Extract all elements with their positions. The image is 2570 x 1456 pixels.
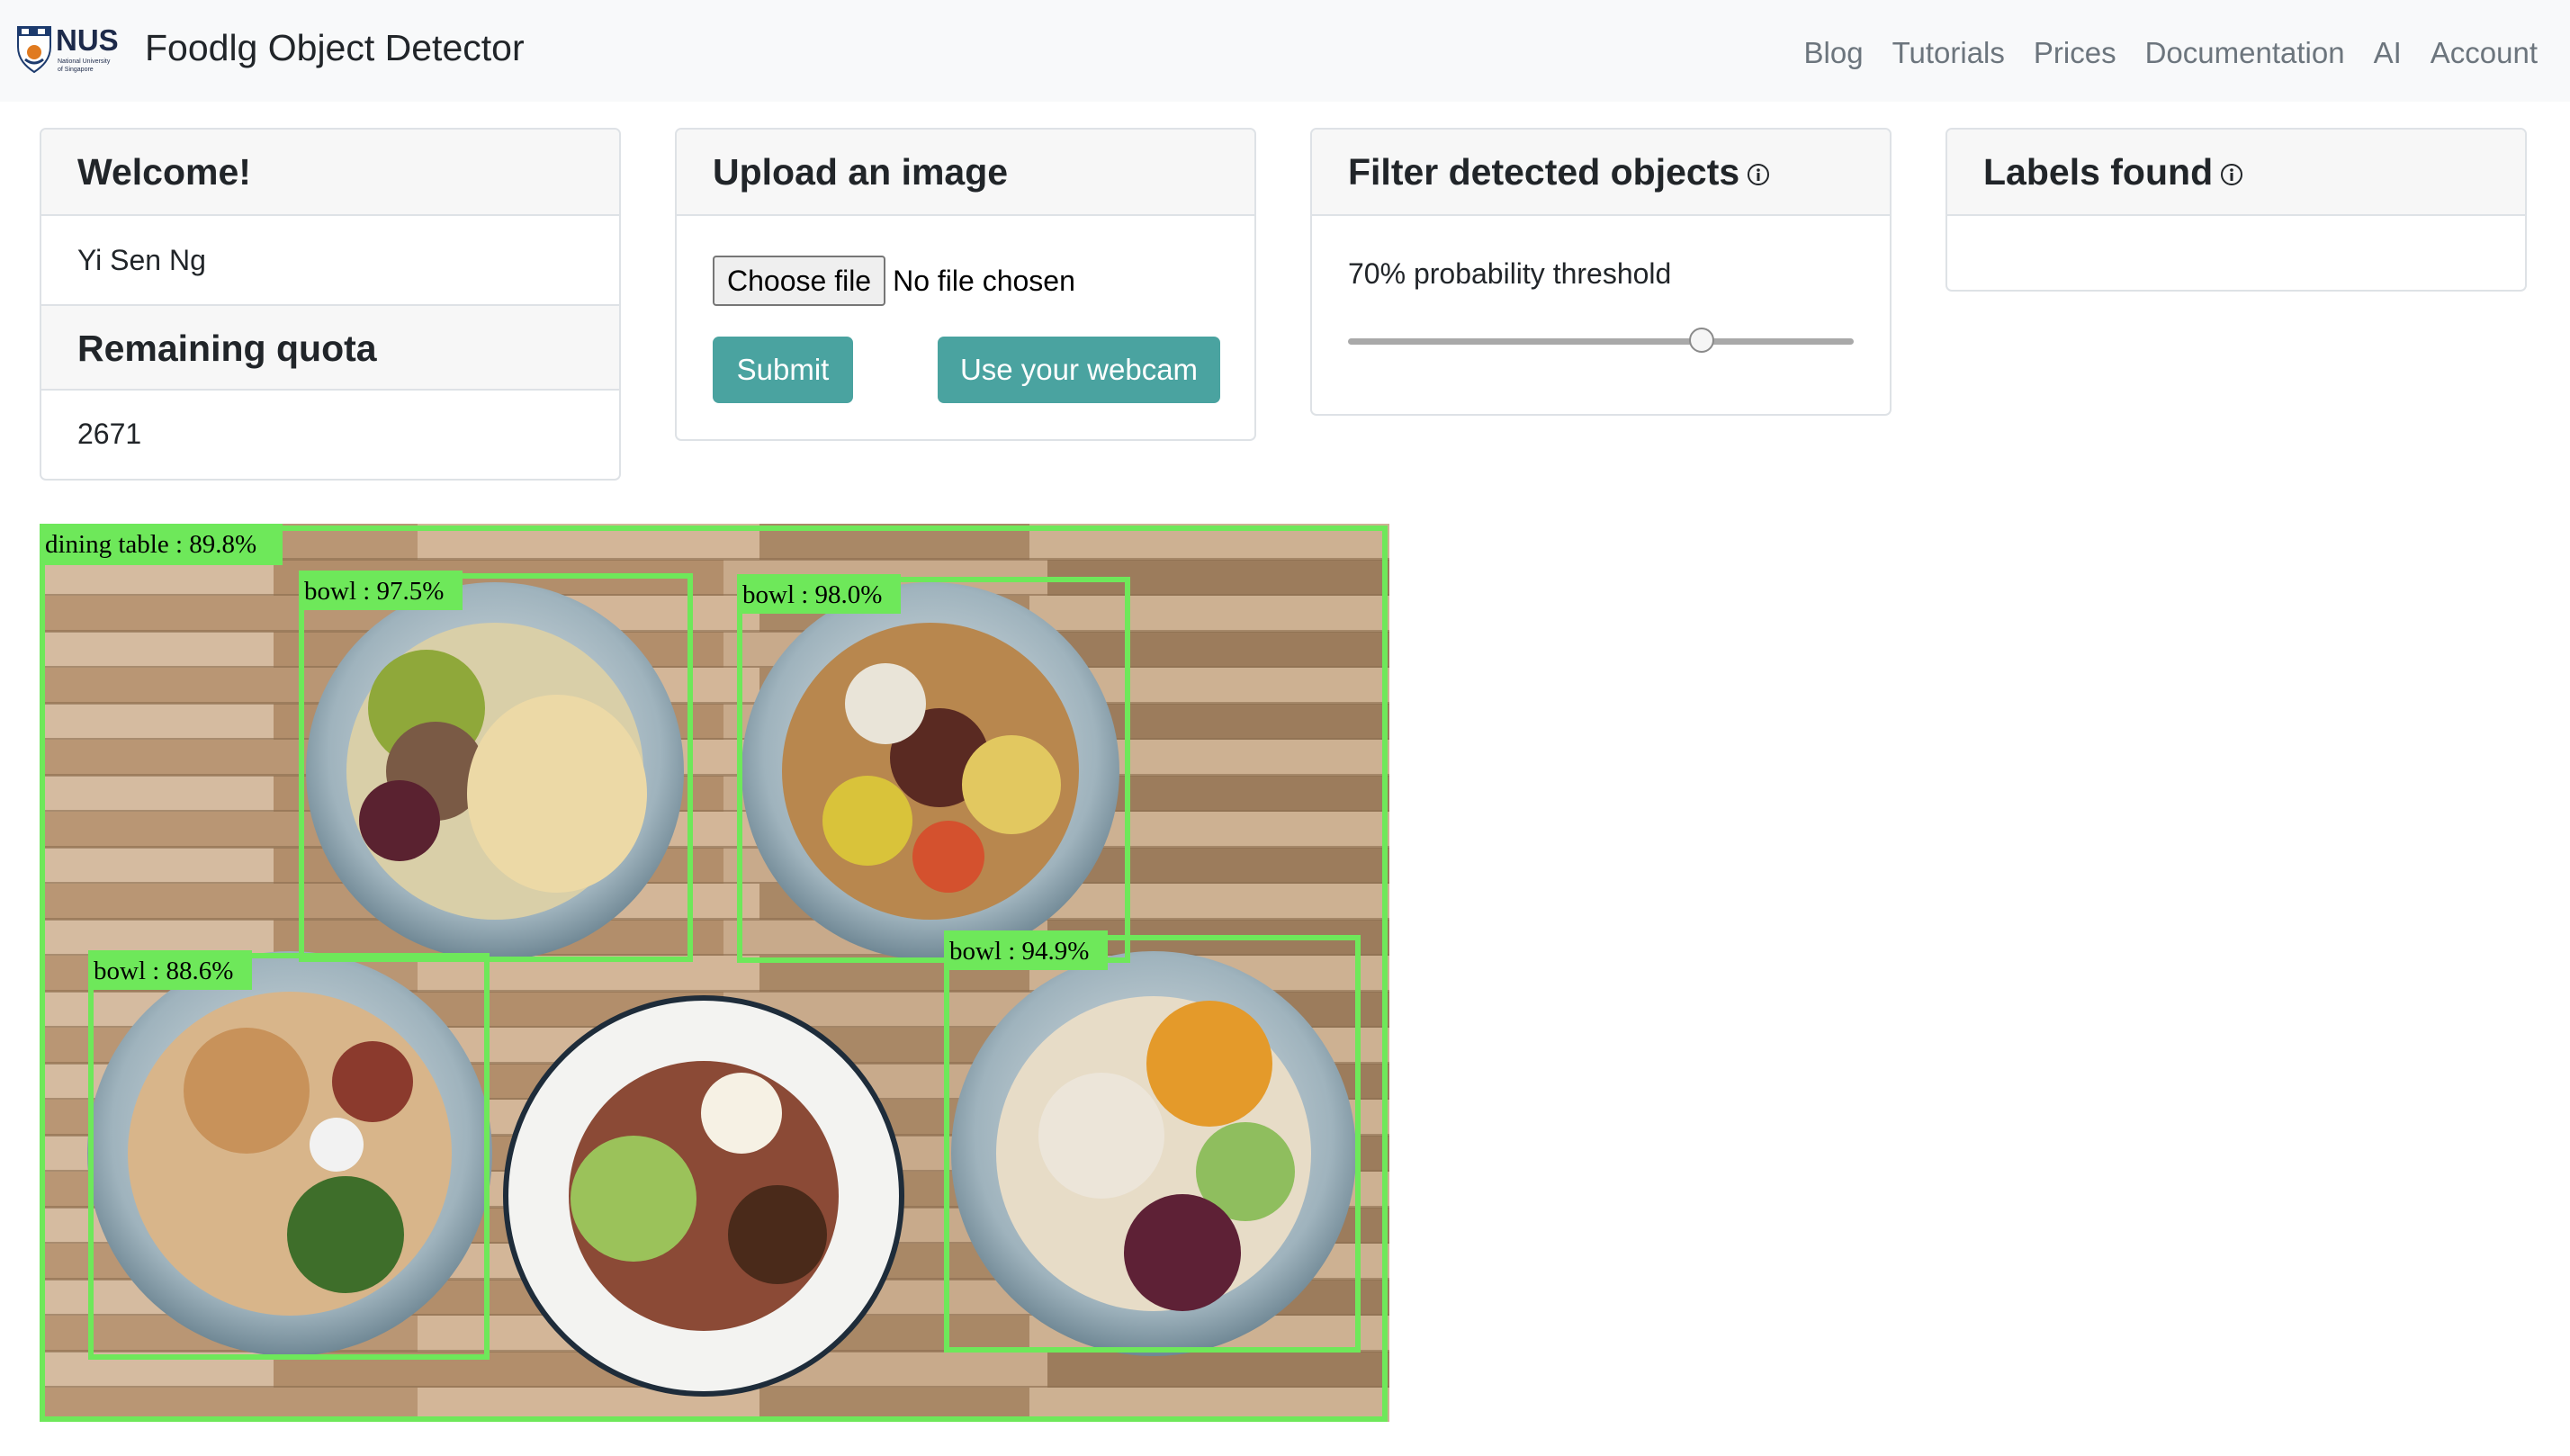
svg-text:National University: National University — [58, 58, 111, 65]
file-input[interactable]: Choose file No file chosen — [713, 256, 1075, 306]
user-name: Yi Sen Ng — [77, 244, 206, 276]
submit-button[interactable]: Submit — [713, 337, 853, 403]
detection-label-1: bowl : 97.5% — [304, 577, 444, 606]
filter-header-label: Filter detected objects — [1348, 151, 1740, 193]
detection-label-2: bowl : 98.0% — [742, 580, 882, 609]
detection-label-3: bowl : 88.6% — [94, 957, 233, 985]
upload-card: Upload an image Choose file No file chose… — [675, 128, 1256, 441]
bbox-label-bowl-2: bowl : 98.0% — [737, 574, 901, 614]
filter-card: Filter detected objects 70% probability … — [1310, 128, 1892, 416]
quota-value: 2671 — [77, 418, 142, 450]
welcome-card: Welcome! Yi Sen Ng Remaining quota 2671 — [40, 128, 621, 481]
labels-header-label: Labels found — [1983, 151, 2214, 193]
labels-card: Labels found — [1945, 128, 2527, 292]
threshold-label: 70% probability threshold — [1348, 257, 1672, 290]
bbox-label-bowl-3: bowl : 88.6% — [88, 950, 252, 990]
bbox-label-bowl-1: bowl : 97.5% — [299, 571, 463, 610]
info-circle-icon[interactable] — [2220, 163, 2243, 186]
bowl-bottom-middle — [503, 995, 904, 1397]
threshold-slider[interactable] — [1348, 328, 1854, 353]
nav-link-ai[interactable]: AI — [2374, 31, 2402, 76]
filter-header: Filter detected objects — [1312, 130, 1890, 216]
svg-text:NUS: NUS — [56, 23, 119, 57]
svg-text:of Singapore: of Singapore — [58, 67, 94, 73]
remaining-quota-header: Remaining quota — [41, 304, 619, 391]
nav-links: Blog Tutorials Prices Documentation AI A… — [1775, 31, 2538, 76]
slider-thumb[interactable] — [1689, 328, 1715, 353]
file-status: No file chosen — [893, 265, 1075, 297]
bbox-label-bowl-4: bowl : 94.9% — [944, 930, 1108, 970]
bbox-label-dining-table: dining table : 89.8% — [40, 524, 283, 565]
welcome-header: Welcome! — [41, 130, 619, 216]
bowl-top-left — [306, 582, 684, 960]
webcam-button[interactable]: Use your webcam — [938, 337, 1220, 403]
nav-link-documentation[interactable]: Documentation — [2145, 31, 2345, 76]
choose-file-button[interactable]: Choose file — [713, 256, 886, 306]
detection-label-4: bowl : 94.9% — [949, 937, 1089, 966]
nav-link-tutorials[interactable]: Tutorials — [1892, 31, 2005, 76]
labels-header: Labels found — [1947, 130, 2525, 216]
navbar: NUS National University of Singapore Foo… — [0, 0, 2570, 102]
detection-label-0: dining table : 89.8% — [45, 530, 256, 559]
nav-link-blog[interactable]: Blog — [1804, 31, 1864, 76]
bowl-bottom-right — [951, 951, 1356, 1356]
info-circle-icon[interactable] — [1747, 163, 1770, 186]
detection-image: dining table : 89.8% bowl : 97.5% bowl :… — [40, 524, 1389, 1422]
brand-title[interactable]: Foodlg Object Detector — [145, 24, 525, 71]
nav-link-account[interactable]: Account — [2431, 31, 2538, 76]
nav-link-prices[interactable]: Prices — [2034, 31, 2116, 76]
nus-logo[interactable]: NUS National University of Singapore — [16, 23, 135, 76]
bowl-top-middle — [741, 582, 1119, 960]
bowl-bottom-left — [87, 951, 492, 1356]
upload-header: Upload an image — [677, 130, 1254, 216]
